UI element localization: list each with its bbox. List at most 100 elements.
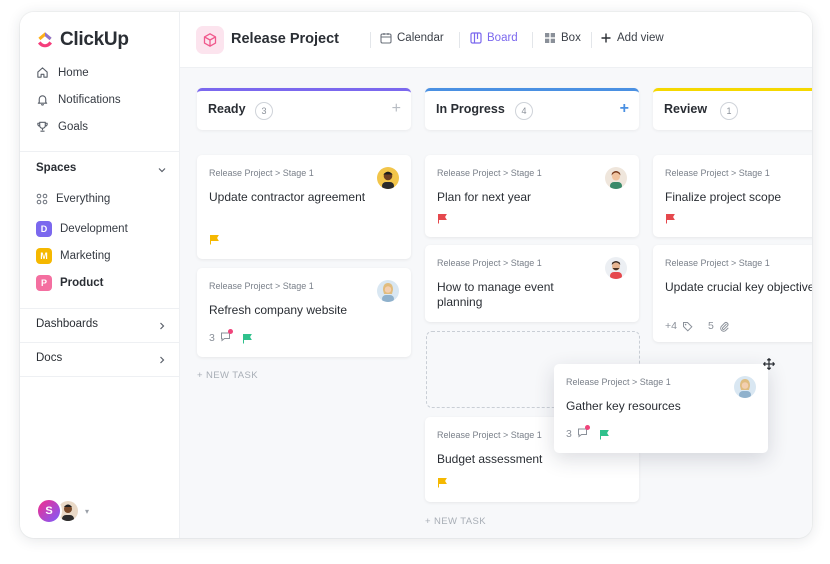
space-development[interactable]: D Development xyxy=(36,221,128,237)
app-window: ClickUp Home Notifications Goals Spaces … xyxy=(20,12,812,538)
user-menu[interactable]: S ▾ xyxy=(36,498,89,524)
divider xyxy=(20,151,180,152)
column-count: 4 xyxy=(515,102,533,120)
column-title: Ready xyxy=(208,102,246,116)
paperclip-icon[interactable] xyxy=(719,321,730,332)
box-grid-icon xyxy=(545,33,555,43)
add-task-plus-icon[interactable]: + xyxy=(620,101,629,117)
clickup-logo[interactable]: ClickUp xyxy=(36,29,129,51)
divider xyxy=(591,32,592,48)
sidebar: ClickUp Home Notifications Goals Spaces … xyxy=(20,12,180,538)
task-title: Finalize project scope xyxy=(665,190,782,204)
new-task-button[interactable]: + NEW TASK xyxy=(197,370,258,381)
spaces-title[interactable]: Spaces xyxy=(36,162,76,174)
home-icon xyxy=(37,67,48,78)
space-everything[interactable]: Everything xyxy=(36,193,110,205)
flag-icon[interactable] xyxy=(437,477,448,488)
column-title: Review xyxy=(664,102,708,116)
task-title: Update crucial key objectives xyxy=(665,280,812,294)
nav-dashboards[interactable]: Dashboards xyxy=(36,318,98,330)
caret-down-icon: ▾ xyxy=(85,506,90,516)
divider xyxy=(20,308,180,309)
task-card[interactable]: Release Project > Stage 1 Finalize proje… xyxy=(653,155,812,237)
view-calendar[interactable]: Calendar xyxy=(380,32,444,44)
column-review-header[interactable]: Review 1 xyxy=(653,88,812,130)
dragged-task-card[interactable]: Release Project > Stage 1 Gather key res… xyxy=(554,364,768,453)
unread-dot xyxy=(227,329,233,334)
task-card[interactable]: Release Project > Stage 1 Update contrac… xyxy=(197,155,411,259)
view-board[interactable]: Board xyxy=(470,32,518,44)
space-product[interactable]: P Product xyxy=(36,275,103,291)
chevron-down-icon[interactable] xyxy=(157,165,167,175)
nav-notifications-label: Notifications xyxy=(58,93,121,106)
task-breadcrumb: Release Project > Stage 1 xyxy=(665,258,770,268)
cube-icon xyxy=(196,26,224,54)
divider xyxy=(532,32,533,48)
divider xyxy=(20,376,180,377)
nav-docs[interactable]: Docs xyxy=(36,352,62,364)
divider xyxy=(370,32,371,48)
assignee-avatar[interactable] xyxy=(734,376,756,398)
assignee-avatar[interactable] xyxy=(377,280,399,302)
page-title: Release Project xyxy=(231,31,340,47)
column-count: 1 xyxy=(720,102,738,120)
unread-dot xyxy=(584,425,590,430)
space-label: Development xyxy=(60,223,128,235)
flag-icon[interactable] xyxy=(599,429,610,440)
column-ready-header[interactable]: Ready 3 + xyxy=(197,88,411,130)
add-view-button[interactable]: Add view xyxy=(600,32,664,44)
assignee-avatar[interactable] xyxy=(377,167,399,189)
flag-icon[interactable] xyxy=(437,213,448,224)
nav-goals-label: Goals xyxy=(58,120,89,133)
space-badge: D xyxy=(36,221,52,237)
task-title: Plan for next year xyxy=(437,190,532,204)
column-in-progress-header[interactable]: In Progress 4 + xyxy=(425,88,639,130)
column-count: 3 xyxy=(255,102,273,120)
comment-icon[interactable] xyxy=(577,425,590,441)
chevron-right-icon[interactable] xyxy=(157,321,167,331)
bell-icon xyxy=(37,95,48,106)
flag-icon[interactable] xyxy=(209,234,220,245)
nav-home-label: Home xyxy=(58,66,89,79)
task-title: Budget assessment xyxy=(437,452,543,466)
chevron-right-icon[interactable] xyxy=(157,355,167,365)
move-cursor-icon xyxy=(763,358,775,370)
flag-icon[interactable] xyxy=(665,213,676,224)
task-title: Refresh company website xyxy=(209,303,348,317)
clickup-logo-icon xyxy=(38,32,52,48)
space-label: Marketing xyxy=(60,250,111,262)
task-meta: 3 xyxy=(209,329,253,345)
view-box[interactable]: Box xyxy=(544,32,581,44)
task-breadcrumb: Release Project > Stage 1 xyxy=(437,258,542,268)
nav-notifications[interactable]: Notifications xyxy=(36,93,121,106)
comment-icon[interactable] xyxy=(220,329,233,345)
new-task-button[interactable]: + NEW TASK xyxy=(425,516,486,527)
trophy-icon xyxy=(37,121,48,132)
assignee-avatar[interactable] xyxy=(605,257,627,279)
app-name: ClickUp xyxy=(60,29,129,50)
view-calendar-label: Calendar xyxy=(397,32,444,44)
column-title: In Progress xyxy=(436,102,505,116)
space-marketing[interactable]: M Marketing xyxy=(36,248,111,264)
task-card[interactable]: Release Project > Stage 1 Plan for next … xyxy=(425,155,639,237)
task-card[interactable]: Release Project > Stage 1 Update crucial… xyxy=(653,245,812,342)
add-task-plus-icon[interactable]: + xyxy=(392,101,401,117)
nav-home[interactable]: Home xyxy=(36,66,89,79)
divider xyxy=(459,32,460,48)
comment-count: 3 xyxy=(209,332,215,344)
task-title: Gather key resources xyxy=(566,399,681,413)
grid-dots-icon xyxy=(36,193,48,205)
assignee-avatar[interactable] xyxy=(605,167,627,189)
task-breadcrumb: Release Project > Stage 1 xyxy=(209,281,314,291)
flag-icon[interactable] xyxy=(242,333,253,344)
task-card[interactable]: Release Project > Stage 1 Refresh compan… xyxy=(197,268,411,357)
task-breadcrumb: Release Project > Stage 1 xyxy=(665,168,770,178)
nav-goals[interactable]: Goals xyxy=(36,120,88,133)
task-card[interactable]: Release Project > Stage 1 How to manage … xyxy=(425,245,639,322)
task-meta: +4 5 xyxy=(665,320,730,332)
space-everything-label: Everything xyxy=(56,193,111,205)
view-board-label: Board xyxy=(487,32,518,44)
add-view-label: Add view xyxy=(617,32,664,44)
tag-icon[interactable] xyxy=(682,321,693,332)
board-icon xyxy=(470,32,482,44)
